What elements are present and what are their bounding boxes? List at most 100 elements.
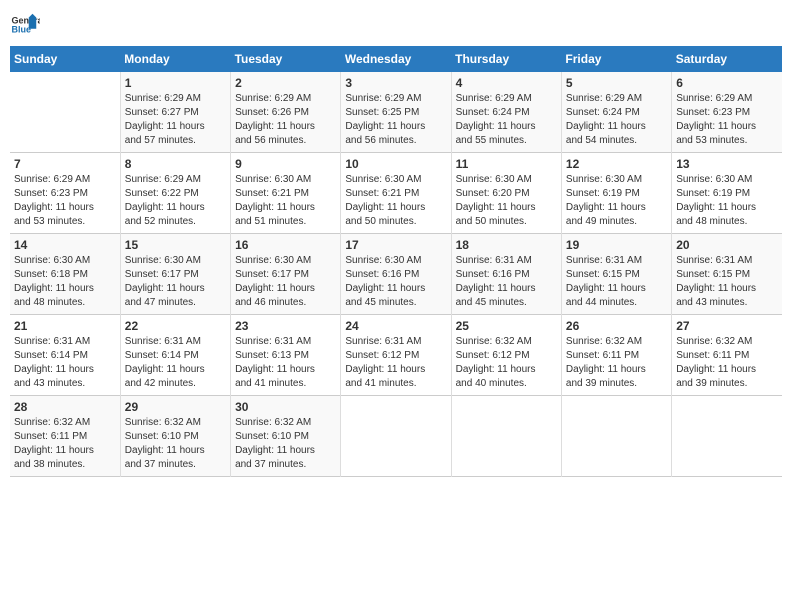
calendar-day-cell: 10 Sunrise: 6:30 AM Sunset: 6:21 PM Dayli…: [341, 153, 451, 234]
calendar-table: SundayMondayTuesdayWednesdayThursdayFrid…: [10, 46, 782, 477]
day-number: 20: [676, 238, 778, 252]
day-info: Sunrise: 6:32 AM Sunset: 6:10 PM Dayligh…: [125, 416, 226, 472]
day-info: Sunrise: 6:30 AM Sunset: 6:16 PM Dayligh…: [345, 254, 446, 310]
day-number: 18: [456, 238, 557, 252]
day-info: Sunrise: 6:30 AM Sunset: 6:18 PM Dayligh…: [14, 254, 116, 310]
calendar-day-cell: 29 Sunrise: 6:32 AM Sunset: 6:10 PM Dayli…: [120, 396, 230, 477]
calendar-day-cell: 19 Sunrise: 6:31 AM Sunset: 6:15 PM Dayli…: [561, 234, 671, 315]
day-info: Sunrise: 6:31 AM Sunset: 6:12 PM Dayligh…: [345, 335, 446, 391]
day-info: Sunrise: 6:30 AM Sunset: 6:19 PM Dayligh…: [566, 173, 667, 229]
calendar-week-row: 14 Sunrise: 6:30 AM Sunset: 6:18 PM Dayli…: [10, 234, 782, 315]
calendar-day-cell: 12 Sunrise: 6:30 AM Sunset: 6:19 PM Dayli…: [561, 153, 671, 234]
day-info: Sunrise: 6:32 AM Sunset: 6:11 PM Dayligh…: [566, 335, 667, 391]
calendar-day-cell: 28Sunrise: 6:32 AM Sunset: 6:11 PM Dayli…: [10, 396, 120, 477]
calendar-day-cell: 30 Sunrise: 6:32 AM Sunset: 6:10 PM Dayli…: [231, 396, 341, 477]
day-info: Sunrise: 6:29 AM Sunset: 6:23 PM Dayligh…: [676, 92, 778, 148]
day-number: 25: [456, 319, 557, 333]
calendar-day-cell: 4 Sunrise: 6:29 AM Sunset: 6:24 PM Daylig…: [451, 72, 561, 153]
day-number: 9: [235, 157, 336, 171]
day-number: 13: [676, 157, 778, 171]
weekday-header: Tuesday: [231, 46, 341, 72]
weekday-header: Wednesday: [341, 46, 451, 72]
calendar-week-row: 7 Sunrise: 6:29 AM Sunset: 6:23 PM Daylig…: [10, 153, 782, 234]
day-info: Sunrise: 6:29 AM Sunset: 6:25 PM Dayligh…: [345, 92, 446, 148]
calendar-day-cell: 18 Sunrise: 6:31 AM Sunset: 6:16 PM Dayli…: [451, 234, 561, 315]
weekday-header: Sunday: [10, 46, 120, 72]
logo: General Blue: [10, 10, 44, 40]
calendar-day-cell: 2Sunrise: 6:29 AM Sunset: 6:26 PM Daylig…: [231, 72, 341, 153]
day-number: 29: [125, 400, 226, 414]
day-number: 14: [14, 238, 116, 252]
weekday-header: Thursday: [451, 46, 561, 72]
calendar-week-row: 21 Sunrise: 6:31 AM Sunset: 6:14 PM Dayli…: [10, 315, 782, 396]
calendar-day-cell: [451, 396, 561, 477]
calendar-day-cell: 8Sunrise: 6:29 AM Sunset: 6:22 PM Daylig…: [120, 153, 230, 234]
calendar-day-cell: 17 Sunrise: 6:30 AM Sunset: 6:16 PM Dayli…: [341, 234, 451, 315]
day-info: Sunrise: 6:30 AM Sunset: 6:21 PM Dayligh…: [345, 173, 446, 229]
day-number: 15: [125, 238, 226, 252]
day-info: Sunrise: 6:30 AM Sunset: 6:20 PM Dayligh…: [456, 173, 557, 229]
calendar-day-cell: [341, 396, 451, 477]
day-info: Sunrise: 6:29 AM Sunset: 6:24 PM Dayligh…: [566, 92, 667, 148]
calendar-day-cell: 22 Sunrise: 6:31 AM Sunset: 6:14 PM Dayli…: [120, 315, 230, 396]
day-info: Sunrise: 6:32 AM Sunset: 6:12 PM Dayligh…: [456, 335, 557, 391]
day-number: 19: [566, 238, 667, 252]
day-number: 7: [14, 157, 116, 171]
calendar-day-cell: 9 Sunrise: 6:30 AM Sunset: 6:21 PM Daylig…: [231, 153, 341, 234]
calendar-week-row: 28Sunrise: 6:32 AM Sunset: 6:11 PM Dayli…: [10, 396, 782, 477]
svg-text:Blue: Blue: [12, 25, 32, 35]
day-info: Sunrise: 6:31 AM Sunset: 6:13 PM Dayligh…: [235, 335, 336, 391]
day-info: Sunrise: 6:29 AM Sunset: 6:27 PM Dayligh…: [125, 92, 226, 148]
calendar-week-row: 1 Sunrise: 6:29 AM Sunset: 6:27 PM Daylig…: [10, 72, 782, 153]
day-info: Sunrise: 6:29 AM Sunset: 6:22 PM Dayligh…: [125, 173, 226, 229]
day-info: Sunrise: 6:31 AM Sunset: 6:14 PM Dayligh…: [125, 335, 226, 391]
calendar-day-cell: [10, 72, 120, 153]
calendar-day-cell: 27Sunrise: 6:32 AM Sunset: 6:11 PM Dayli…: [672, 315, 782, 396]
day-info: Sunrise: 6:32 AM Sunset: 6:10 PM Dayligh…: [235, 416, 336, 472]
day-info: Sunrise: 6:29 AM Sunset: 6:23 PM Dayligh…: [14, 173, 116, 229]
day-info: Sunrise: 6:30 AM Sunset: 6:17 PM Dayligh…: [125, 254, 226, 310]
day-number: 16: [235, 238, 336, 252]
calendar-day-cell: 13 Sunrise: 6:30 AM Sunset: 6:19 PM Dayli…: [672, 153, 782, 234]
day-number: 2: [235, 76, 336, 90]
day-number: 22: [125, 319, 226, 333]
day-info: Sunrise: 6:30 AM Sunset: 6:21 PM Dayligh…: [235, 173, 336, 229]
day-number: 4: [456, 76, 557, 90]
calendar-day-cell: 26Sunrise: 6:32 AM Sunset: 6:11 PM Dayli…: [561, 315, 671, 396]
day-number: 21: [14, 319, 116, 333]
calendar-day-cell: 3 Sunrise: 6:29 AM Sunset: 6:25 PM Daylig…: [341, 72, 451, 153]
calendar-day-cell: 5Sunrise: 6:29 AM Sunset: 6:24 PM Daylig…: [561, 72, 671, 153]
calendar-day-cell: 6Sunrise: 6:29 AM Sunset: 6:23 PM Daylig…: [672, 72, 782, 153]
calendar-day-cell: 1 Sunrise: 6:29 AM Sunset: 6:27 PM Daylig…: [120, 72, 230, 153]
day-number: 12: [566, 157, 667, 171]
calendar-day-cell: [672, 396, 782, 477]
calendar-day-cell: 23Sunrise: 6:31 AM Sunset: 6:13 PM Dayli…: [231, 315, 341, 396]
page-header: General Blue: [10, 10, 782, 40]
day-number: 10: [345, 157, 446, 171]
weekday-header: Saturday: [672, 46, 782, 72]
calendar-day-cell: 15 Sunrise: 6:30 AM Sunset: 6:17 PM Dayli…: [120, 234, 230, 315]
calendar-day-cell: 20 Sunrise: 6:31 AM Sunset: 6:15 PM Dayli…: [672, 234, 782, 315]
weekday-header-row: SundayMondayTuesdayWednesdayThursdayFrid…: [10, 46, 782, 72]
day-number: 24: [345, 319, 446, 333]
calendar-day-cell: 14 Sunrise: 6:30 AM Sunset: 6:18 PM Dayli…: [10, 234, 120, 315]
day-info: Sunrise: 6:31 AM Sunset: 6:15 PM Dayligh…: [566, 254, 667, 310]
day-number: 3: [345, 76, 446, 90]
day-number: 17: [345, 238, 446, 252]
day-info: Sunrise: 6:30 AM Sunset: 6:19 PM Dayligh…: [676, 173, 778, 229]
day-number: 30: [235, 400, 336, 414]
calendar-day-cell: 7 Sunrise: 6:29 AM Sunset: 6:23 PM Daylig…: [10, 153, 120, 234]
day-info: Sunrise: 6:31 AM Sunset: 6:16 PM Dayligh…: [456, 254, 557, 310]
day-info: Sunrise: 6:30 AM Sunset: 6:17 PM Dayligh…: [235, 254, 336, 310]
day-info: Sunrise: 6:29 AM Sunset: 6:24 PM Dayligh…: [456, 92, 557, 148]
day-number: 1: [125, 76, 226, 90]
weekday-header: Monday: [120, 46, 230, 72]
day-number: 11: [456, 157, 557, 171]
calendar-day-cell: 21Sunrise: 6:31 AM Sunset: 6:14 PM Dayli…: [10, 315, 120, 396]
calendar-day-cell: 24 Sunrise: 6:31 AM Sunset: 6:12 PM Dayli…: [341, 315, 451, 396]
logo-icon: General Blue: [10, 10, 40, 40]
calendar-day-cell: 11 Sunrise: 6:30 AM Sunset: 6:20 PM Dayli…: [451, 153, 561, 234]
calendar-day-cell: 16 Sunrise: 6:30 AM Sunset: 6:17 PM Dayli…: [231, 234, 341, 315]
calendar-day-cell: [561, 396, 671, 477]
day-info: Sunrise: 6:31 AM Sunset: 6:15 PM Dayligh…: [676, 254, 778, 310]
